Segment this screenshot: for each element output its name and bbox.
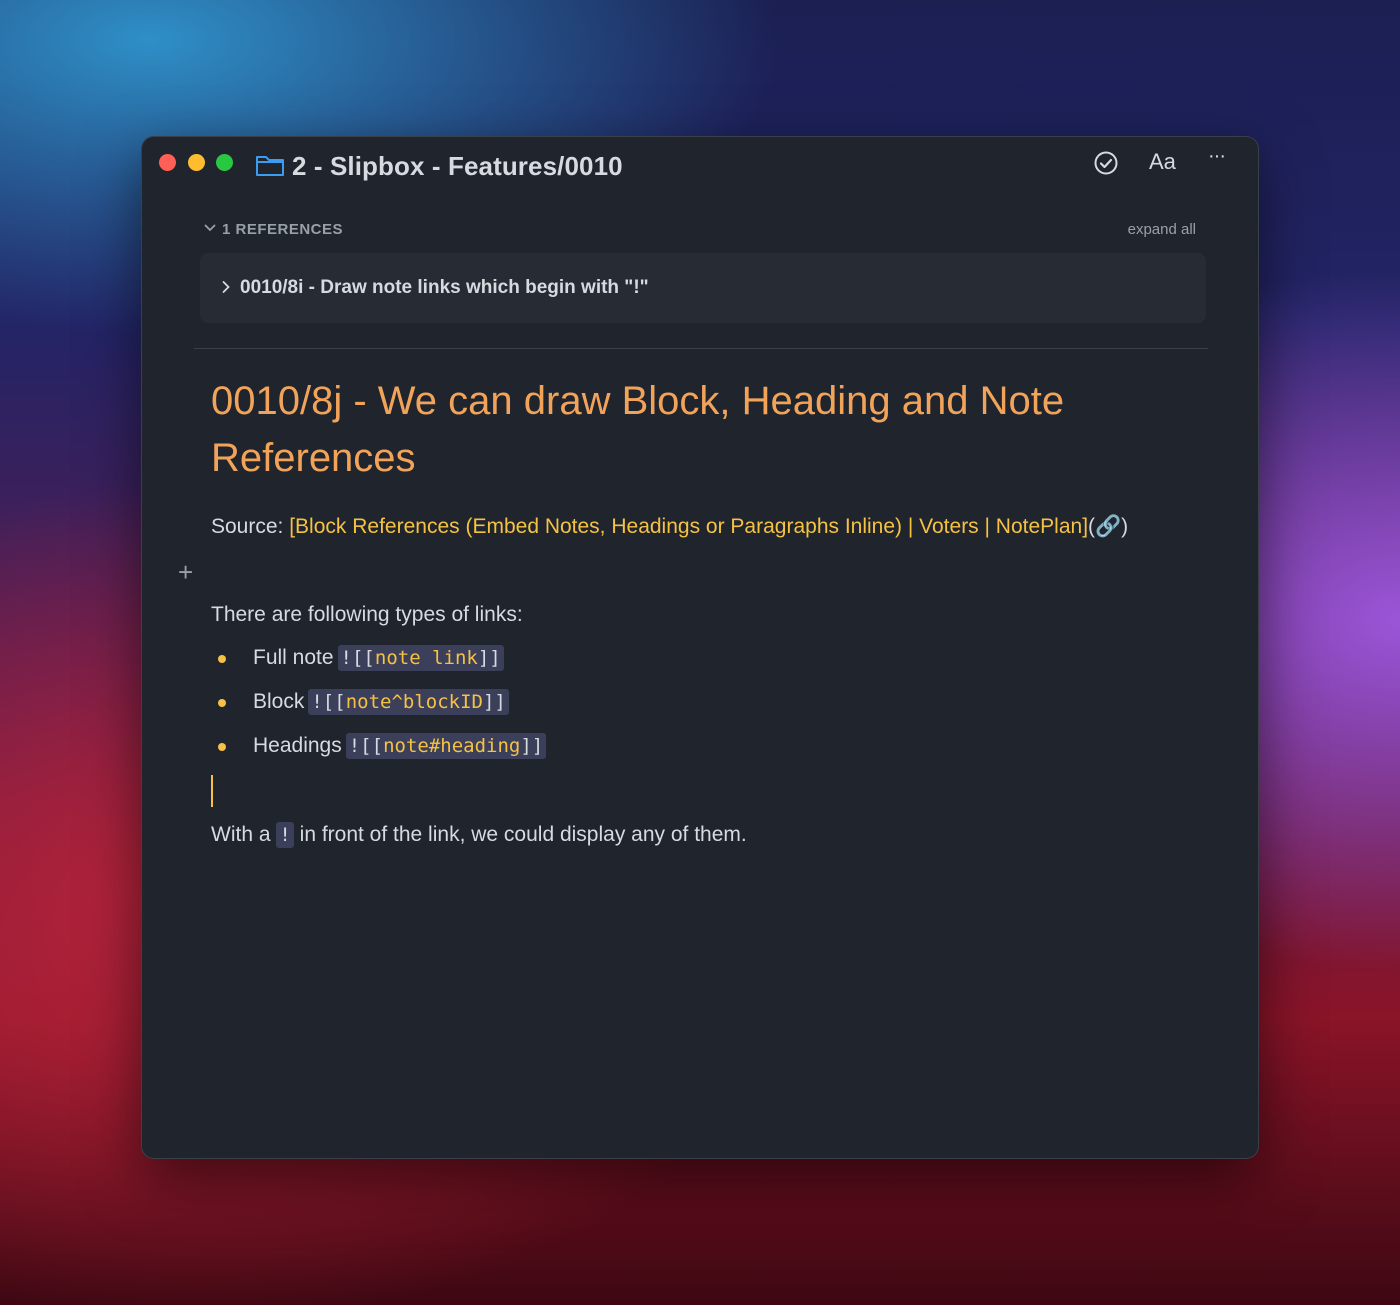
intro-paragraph[interactable]: There are following types of links:: [211, 603, 523, 627]
window-title: 2 - Slipbox - Features/0010: [292, 151, 623, 181]
source-link[interactable]: [Block References (Embed Notes, Headings…: [289, 515, 1088, 538]
list-item[interactable]: Block ![[note^blockID]]: [253, 689, 509, 715]
source-prefix: Source:: [211, 515, 290, 538]
chevron-right-icon[interactable]: [222, 280, 230, 294]
outro-paragraph[interactable]: With a ! in front of the link, we could …: [211, 822, 747, 848]
note-window: 2 - Slipbox - Features/0010 Aa ··· 1 REF…: [142, 137, 1258, 1158]
folder-icon: [256, 156, 284, 176]
inline-code: !: [276, 822, 294, 848]
title-bar: 2 - Slipbox - Features/0010 Aa ···: [142, 137, 1258, 197]
chevron-down-icon[interactable]: [204, 223, 216, 233]
inline-code: ![[note^blockID]]: [308, 689, 509, 715]
close-button[interactable]: [159, 154, 176, 171]
more-options-button[interactable]: ···: [1208, 145, 1226, 168]
text-cursor: [211, 775, 213, 807]
minimize-button[interactable]: [188, 154, 205, 171]
references-header[interactable]: 1 REFERENCES: [222, 221, 343, 238]
divider: [194, 348, 1208, 349]
list-item[interactable]: Full note ![[note link]]: [253, 645, 504, 671]
bullet-icon: [218, 743, 226, 751]
list-item[interactable]: Headings ![[note#heading]]: [253, 733, 547, 759]
note-title[interactable]: 0010/8j - We can draw Block, Heading and…: [211, 373, 1111, 487]
bullet-icon: [218, 655, 226, 663]
inline-code: ![[note#heading]]: [345, 733, 547, 759]
expand-all-button[interactable]: expand all: [1128, 221, 1196, 238]
source-link-icon[interactable]: (🔗): [1088, 515, 1128, 538]
bullet-icon: [218, 699, 226, 707]
inline-code: ![[note link]]: [337, 645, 504, 671]
add-block-button[interactable]: +: [178, 557, 193, 588]
font-settings-button[interactable]: Aa: [1149, 149, 1176, 175]
reference-item[interactable]: 0010/8i - Draw note links which begin wi…: [200, 253, 1206, 323]
reference-item-label[interactable]: 0010/8i - Draw note links which begin wi…: [240, 277, 649, 299]
source-line[interactable]: Source: [Block References (Embed Notes, …: [211, 515, 1128, 539]
checkmark-circle-icon[interactable]: [1093, 150, 1119, 176]
zoom-button[interactable]: [216, 154, 233, 171]
